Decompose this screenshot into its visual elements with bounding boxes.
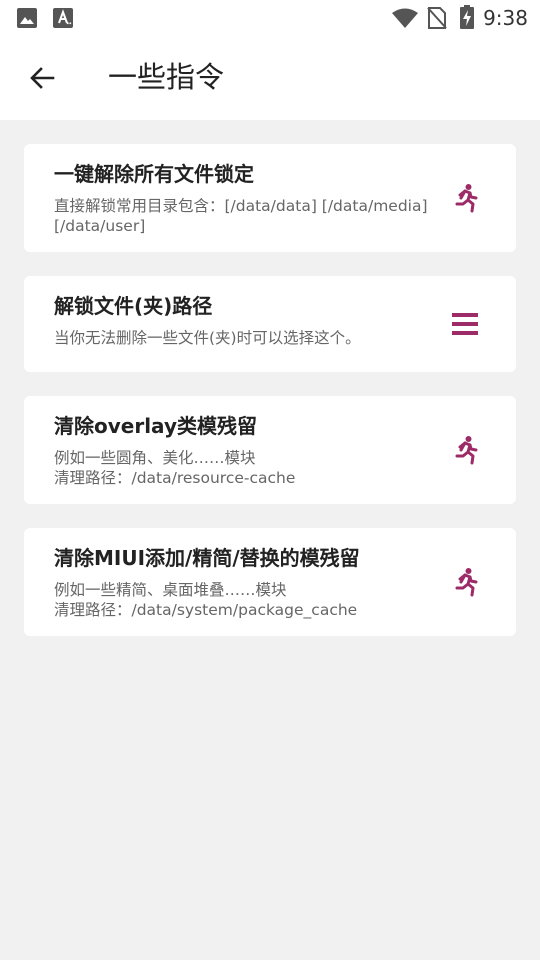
command-description: 例如一些圆角、美化……模块 清理路径：/data/resource-cache [54, 449, 296, 487]
menu-button[interactable] [450, 309, 480, 339]
arrow-left-icon [29, 65, 55, 91]
command-title: 一键解除所有文件锁定 [54, 162, 254, 186]
command-clear-miui[interactable]: 清除MIUI添加/精简/替换的模残留 例如一些精简、桌面堆叠……模块 清理路径：… [24, 528, 516, 636]
run-button[interactable] [450, 435, 480, 465]
command-description: 直接解锁常用目录包含：[/data/data] [/data/media] [/… [54, 197, 428, 235]
command-description: 例如一些精简、桌面堆叠……模块 清理路径：/data/system/packag… [54, 581, 358, 619]
image-icon [17, 8, 37, 32]
back-button[interactable] [22, 58, 62, 98]
command-title: 清除MIUI添加/精简/替换的模残留 [54, 546, 360, 570]
command-clear-overlay[interactable]: 清除overlay类模残留 例如一些圆角、美化……模块 清理路径：/data/r… [24, 396, 516, 504]
command-title: 解锁文件(夹)路径 [54, 294, 213, 318]
run-icon [451, 435, 479, 465]
run-button[interactable] [450, 567, 480, 597]
run-icon [451, 183, 479, 213]
run-icon [451, 567, 479, 597]
status-time: 9:38 [483, 6, 528, 30]
command-description: 当你无法删除一些文件(夹)时可以选择这个。 [54, 329, 361, 347]
page-title: 一些指令 [108, 60, 225, 94]
command-list: 一键解除所有文件锁定 直接解锁常用目录包含：[/data/data] [/dat… [24, 144, 516, 660]
no-sim-icon [427, 7, 447, 33]
command-unlock-all-files[interactable]: 一键解除所有文件锁定 直接解锁常用目录包含：[/data/data] [/dat… [24, 144, 516, 252]
menu-icon [452, 311, 478, 337]
text-icon [53, 8, 73, 32]
command-unlock-path[interactable]: 解锁文件(夹)路径 当你无法删除一些文件(夹)时可以选择这个。 [24, 276, 516, 372]
wifi-icon [392, 7, 418, 33]
app-bar: 一些指令 [0, 36, 540, 120]
command-title: 清除overlay类模残留 [54, 414, 257, 438]
status-bar: 9:38 [0, 0, 540, 36]
run-button[interactable] [450, 183, 480, 213]
battery-charging-icon [460, 5, 474, 33]
